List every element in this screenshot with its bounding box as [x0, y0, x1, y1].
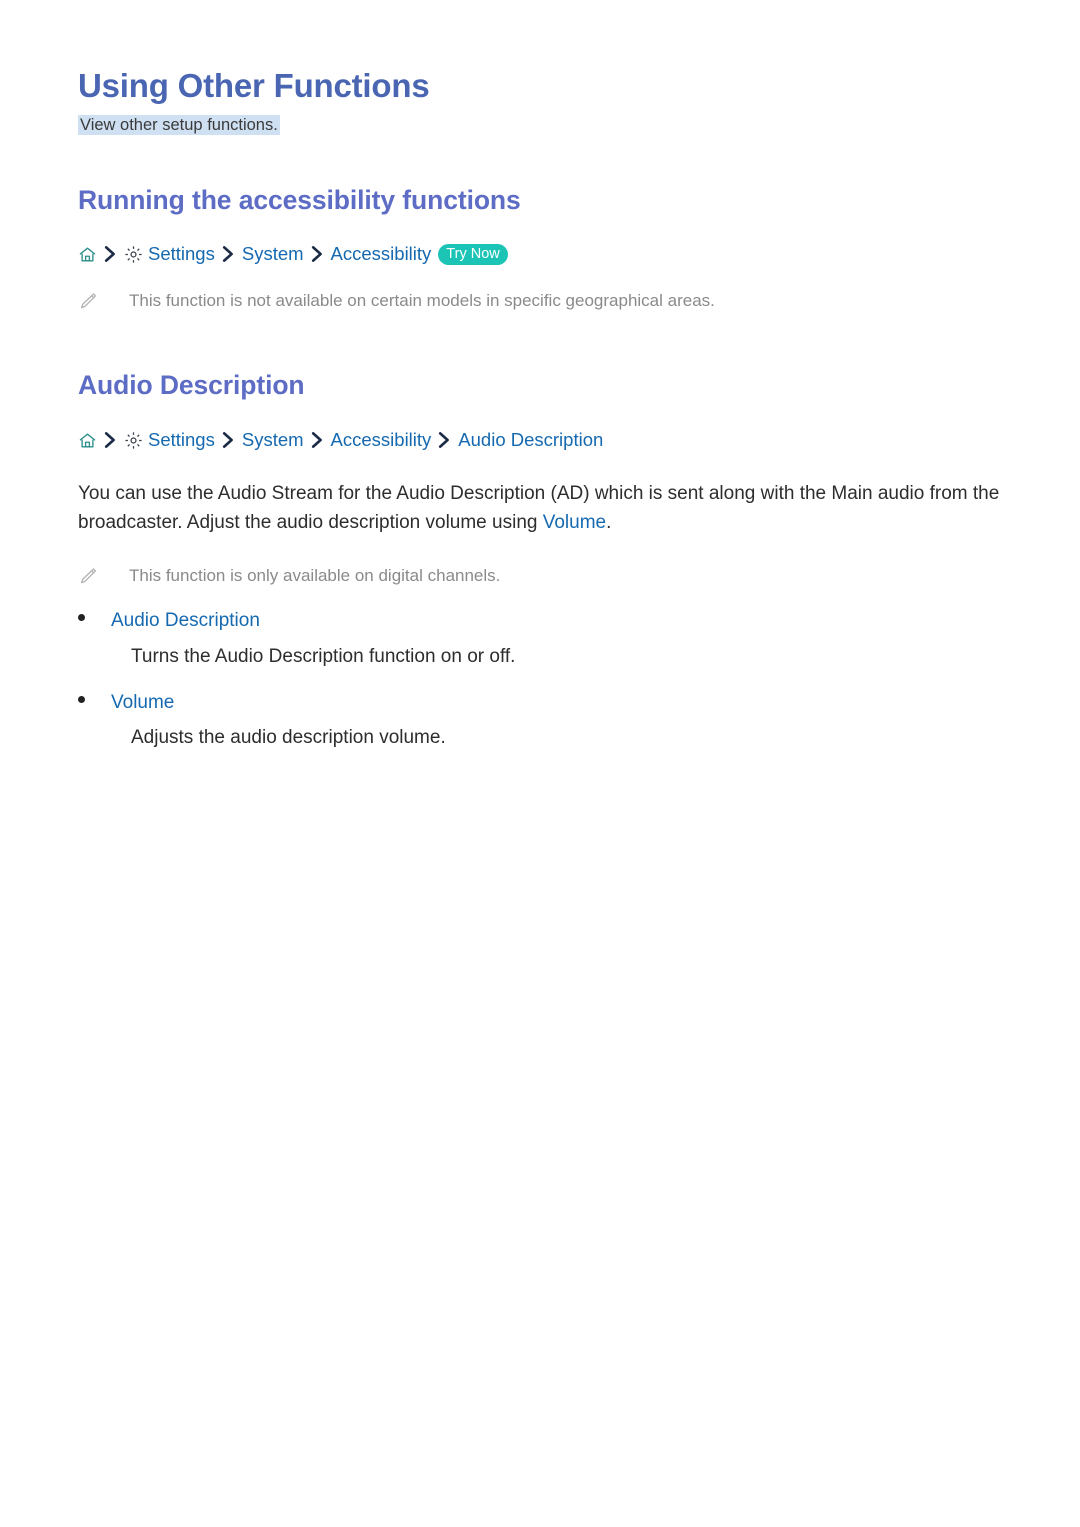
home-icon[interactable]	[78, 245, 97, 264]
page-subtitle-highlight: View other setup functions.	[78, 114, 280, 135]
pencil-icon	[78, 566, 100, 586]
bullet-row: Audio Description	[78, 608, 1002, 635]
option-description: Turns the Audio Description function on …	[131, 646, 516, 668]
chevron-right-icon	[311, 246, 324, 263]
note-accessibility: This function is not available on certai…	[78, 265, 1002, 313]
volume-link[interactable]: Volume	[543, 512, 606, 533]
section-heading-audio-description: Audio Description	[78, 370, 305, 401]
section-heading-accessibility: Running the accessibility functions	[78, 184, 521, 215]
list-item: Volume Adjusts the audio description vol…	[78, 671, 1002, 752]
bullet-row: Volume	[78, 690, 1002, 717]
paragraph-text-part1: You can use the Audio Stream for the Aud…	[78, 482, 1000, 533]
note-text: This function is only available on digit…	[129, 565, 501, 585]
gear-icon[interactable]	[124, 431, 143, 450]
breadcrumb-accessibility: Settings System Accessibility Try Now	[78, 217, 1002, 266]
note-audio-description: This function is only available on digit…	[78, 538, 1002, 588]
chevron-right-icon	[438, 432, 451, 449]
option-description: Adjusts the audio description volume.	[131, 727, 446, 749]
pencil-icon	[78, 291, 100, 311]
breadcrumb-item-system[interactable]: System	[242, 245, 304, 264]
audio-description-paragraph: You can use the Audio Stream for the Aud…	[78, 450, 1002, 538]
breadcrumb-item-system[interactable]: System	[242, 431, 304, 450]
page-title: Using Other Functions	[78, 67, 430, 104]
home-icon[interactable]	[78, 431, 97, 450]
document-page: Using Other Functions View other setup f…	[0, 0, 1080, 1527]
gear-icon[interactable]	[124, 245, 143, 264]
chevron-right-icon	[222, 432, 235, 449]
chevron-right-icon	[104, 246, 117, 263]
chevron-right-icon	[222, 246, 235, 263]
chevron-right-icon	[311, 432, 324, 449]
option-label-volume[interactable]: Volume	[111, 690, 174, 717]
option-label-audio-description[interactable]: Audio Description	[111, 608, 260, 635]
breadcrumb-item-settings[interactable]: Settings	[148, 431, 215, 450]
breadcrumb-item-audio-description[interactable]: Audio Description	[458, 431, 603, 450]
note-text: This function is not available on certai…	[129, 291, 715, 311]
bullet-dot-icon	[78, 695, 85, 703]
chevron-right-icon	[104, 432, 117, 449]
paragraph-text-part2: .	[606, 511, 612, 533]
breadcrumb-item-accessibility[interactable]: Accessibility	[331, 245, 432, 264]
page-subtitle: View other setup functions.	[78, 106, 1002, 136]
breadcrumb-item-settings[interactable]: Settings	[148, 245, 215, 264]
try-now-badge[interactable]: Try Now	[438, 243, 508, 266]
bullet-dot-icon	[78, 614, 85, 622]
breadcrumb-item-accessibility[interactable]: Accessibility	[331, 431, 432, 450]
breadcrumb-audio-description: Settings System Accessibility Audio Desc…	[78, 402, 1002, 450]
list-item: Audio Description Turns the Audio Descri…	[78, 587, 1002, 670]
